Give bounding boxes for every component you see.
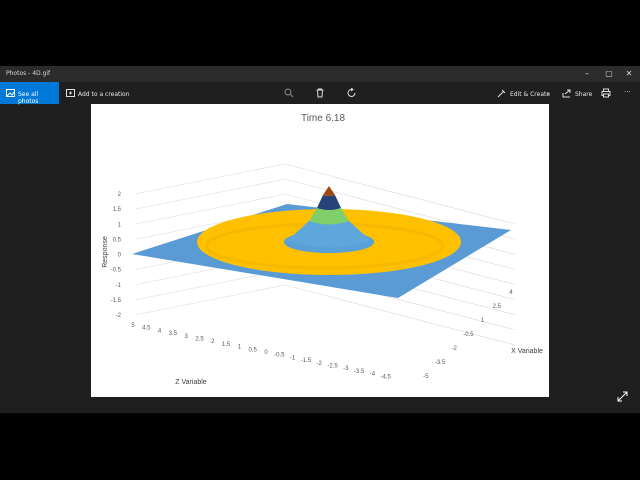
status-area [0,413,640,480]
print-icon[interactable] [601,88,611,98]
z-tick-label: 0 [264,350,268,356]
y-tick-label: 2 [118,192,122,198]
x-axis-label: X Variable [511,348,543,355]
chart-surface [132,186,511,298]
title-bar: Photos - 4D.gif – ▢ ✕ [0,66,640,82]
chevron-down-icon: ⌄ [546,90,551,96]
y-tick-label: 0 [118,253,122,259]
z-tick-label: 2 [211,339,215,345]
x-tick-label: -5 [423,374,429,380]
y-tick-label: -2 [116,313,122,319]
share-icon [562,89,571,98]
z-tick-label: 4.5 [142,326,151,332]
x-tick-label: 2.5 [493,304,502,310]
surface-chart: Time 6.18 2 1.5 1 0.5 0 -0.5 -1 -1.5 -2 5 4.5 4 3.5… [102,113,543,386]
toolbar: See all photos Add to a creation Edit & … [0,82,640,105]
z-tick-label: 1.5 [222,342,231,348]
maximize-button[interactable]: ▢ [598,66,620,82]
minimize-button[interactable]: – [576,66,598,82]
share-label: Share [575,91,593,98]
x-tick-label: -2 [452,346,458,352]
z-tick-label: -4 [370,372,376,378]
z-tick-label: 5 [131,323,135,329]
close-button[interactable]: ✕ [618,66,640,82]
image-view: Time 6.18 2 1.5 1 0.5 0 -0.5 -1 -1.5 -2 5 4.5 4 3.5… [91,104,549,397]
z-tick-label: -3.5 [354,369,365,375]
z-tick-label: 3 [185,334,189,340]
z-tick-label: -4.5 [381,374,392,380]
z-tick-labels: 5 4.5 4 3.5 3 2.5 2 1.5 1 0.5 0 -0.5 -1 -1.5 -2 -2.5 -3-… [131,323,391,380]
see-all-photos-label: See all photos [18,91,39,105]
edit-create-label: Edit & Create [510,91,551,98]
x-tick-label: 4 [509,290,513,296]
z-tick-label: 2.5 [195,337,204,343]
surface-peak-band [323,186,335,196]
add-to-creation-button[interactable]: Add to a creation [64,82,130,104]
creation-icon [66,89,75,97]
x-tick-label: -0.5 [463,332,474,338]
z-tick-label: -2.5 [327,364,338,370]
fullscreen-icon[interactable] [617,391,628,402]
y-axis-label: Response [102,236,109,268]
delete-icon[interactable] [315,88,325,98]
z-tick-label: 0.5 [249,347,258,353]
z-tick-label: 3.5 [169,331,178,337]
y-tick-labels: 2 1.5 1 0.5 0 -0.5 -1 -1.5 -2 [111,192,122,319]
share-button[interactable]: Share [561,82,593,104]
z-tick-label: -1.5 [301,358,312,364]
edit-create-button[interactable]: Edit & Create ⌄ [495,82,553,104]
y-tick-label: 1 [118,222,122,228]
y-tick-label: -1.5 [111,298,122,304]
see-all-photos-button[interactable]: See all photos [0,82,59,105]
z-tick-label: 1 [238,345,242,351]
y-tick-label: -0.5 [111,268,122,274]
z-tick-label: -2 [317,361,323,367]
z-tick-label: -1 [290,355,296,361]
z-tick-label: 4 [158,328,162,334]
y-tick-label: -1 [116,283,122,289]
y-tick-label: 0.5 [113,237,122,243]
more-options-button[interactable]: ··· [624,88,631,96]
photos-icon [6,89,15,97]
window-title: Photos - 4D.gif [6,70,51,77]
y-tick-label: 1.5 [113,207,122,213]
x-tick-label: 1 [481,318,485,324]
chart-title: Time 6.18 [301,113,346,124]
z-axis-label: Z Variable [175,379,206,386]
x-tick-labels: 4 2.5 1 -0.5 -2 -3.5 -5 [423,290,513,380]
add-to-creation-label: Add to a creation [78,91,130,98]
z-tick-label: -3 [343,366,349,372]
zoom-icon[interactable] [284,88,294,98]
x-tick-label: -3.5 [435,360,446,366]
rotate-icon[interactable] [347,88,357,98]
surface-peak-band [317,195,341,210]
z-tick-label: -0.5 [274,353,285,359]
edit-create-icon [497,89,506,98]
